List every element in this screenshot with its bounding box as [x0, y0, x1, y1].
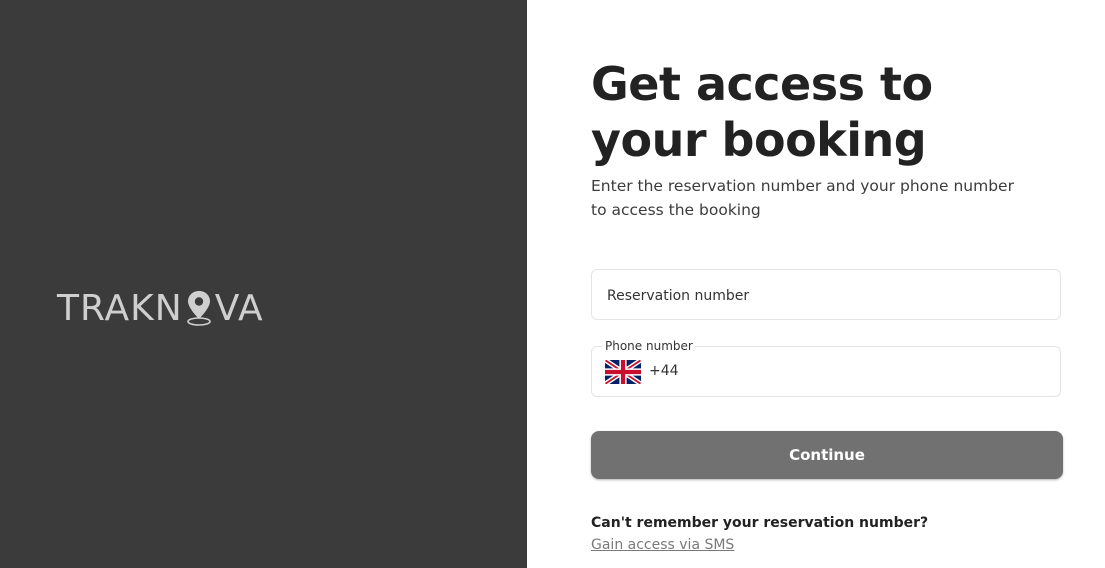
country-code[interactable]: +44	[649, 347, 679, 396]
reservation-field[interactable]	[591, 269, 1061, 321]
logo-text-left: TRAKN	[57, 287, 183, 329]
sms-access-link[interactable]: Gain access via SMS	[591, 537, 734, 553]
phone-label: Phone number	[603, 339, 695, 353]
uk-flag-icon[interactable]	[605, 360, 641, 384]
login-panel: Get access to your booking Enter the res…	[527, 0, 1105, 568]
brand-panel: TRAKN VA	[0, 0, 527, 568]
help-question: Can't remember your reservation number?	[591, 515, 929, 531]
continue-button[interactable]: Continue	[591, 431, 1063, 479]
phone-field[interactable]: +44	[591, 346, 1061, 398]
reservation-input[interactable]	[605, 270, 1049, 321]
page-subtitle: Enter the reservation number and your ph…	[591, 177, 1014, 219]
page-title: Get access to your booking	[591, 57, 933, 167]
phone-input[interactable]	[684, 347, 1048, 398]
brand-logo: TRAKN VA	[57, 287, 264, 329]
location-pin-icon	[186, 291, 211, 326]
logo-text-right: VA	[214, 287, 264, 329]
